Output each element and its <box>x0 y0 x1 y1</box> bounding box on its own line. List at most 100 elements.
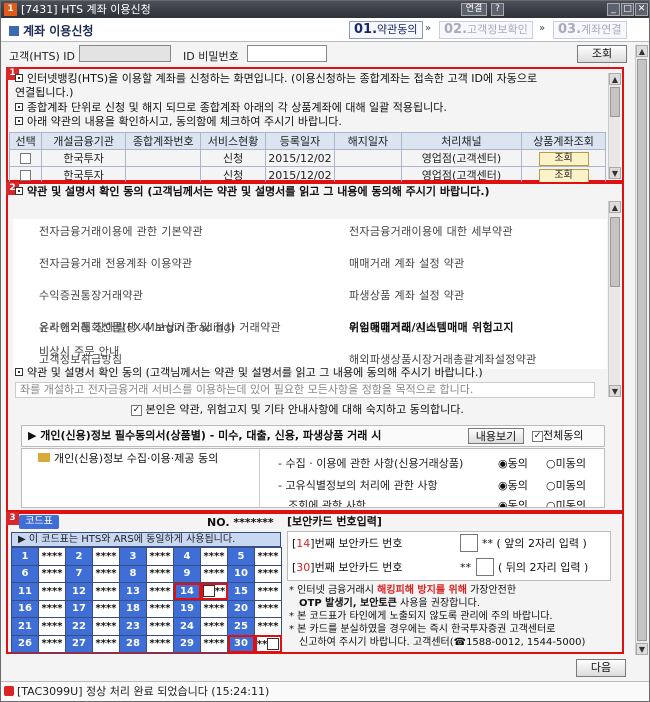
page-icon <box>9 26 19 36</box>
lookup-button[interactable]: 조회 <box>538 168 589 183</box>
step-2[interactable]: 02.고객정보확인 <box>439 21 533 39</box>
main-scrollbar[interactable]: ▲ ▼ <box>635 45 648 655</box>
section1-scrollbar[interactable]: ▲ ▼ <box>608 73 621 179</box>
id-field[interactable] <box>79 45 171 62</box>
code-value: **** <box>200 547 228 566</box>
maximize-icon[interactable]: □ <box>621 3 634 16</box>
term-link[interactable]: 파생상품 계좌 설정 약관 <box>349 287 465 303</box>
scroll-thumb[interactable] <box>637 59 647 641</box>
cell-reg-date: 2015/12/02 <box>264 149 336 167</box>
id-label: 고객(HTS) ID <box>9 50 76 63</box>
code-row: 21 **** 22 **** 23 **** 24 **** 25 **** <box>11 617 282 636</box>
code-value: **** <box>92 634 120 653</box>
disagree-radio[interactable]: ○미동의 <box>546 457 586 471</box>
code-index: 30 <box>227 634 255 653</box>
code-index: 4 <box>173 547 201 566</box>
code-value: **** <box>146 547 174 566</box>
disagree-radio[interactable]: ○미동의 <box>546 479 586 493</box>
cell-reg-date: 2015/12/02 <box>264 166 336 184</box>
scroll-down-icon[interactable]: ▼ <box>636 643 648 655</box>
first-code-input[interactable] <box>460 534 478 552</box>
close-icon[interactable]: ✕ <box>635 3 648 16</box>
code-value: **** <box>92 617 120 636</box>
lookup-button[interactable]: 조회 <box>538 151 589 166</box>
main-window: 1 [7431] HTS 계좌 이용신청 연결 ? _ □ ✕ 계좌 이용신청 … <box>0 0 650 702</box>
minimize-icon[interactable]: _ <box>607 3 620 16</box>
step-arrow-icon: » <box>539 23 546 34</box>
col-lookup: 상품계좌조회 <box>521 132 606 150</box>
notice-line-4: 아래 약관의 내용을 확인하시고, 동의함에 체크하여 주시기 바랍니다. <box>15 115 342 129</box>
code-index: 29 <box>173 634 201 653</box>
notice-line-1: 인터넷뱅킹(HTS)을 이용할 계좌를 신청하는 화면입니다. (이용신청하는 … <box>15 72 619 86</box>
scroll-thumb[interactable] <box>610 87 620 117</box>
code-value: **** <box>200 564 228 583</box>
help-icon[interactable]: ? <box>491 3 504 16</box>
scroll-down-icon[interactable]: ▼ <box>609 167 621 179</box>
term-link[interactable]: 전자금융거래이용에 관한 기본약관 <box>39 223 203 239</box>
code-index: 11 <box>11 582 39 601</box>
scroll-up-icon[interactable]: ▲ <box>609 73 621 85</box>
table-header-row: 선택 개설금융기관 종합계좌번호 서비스현황 등록일자 해지일자 처리채널 상품… <box>8 132 606 150</box>
scroll-up-icon[interactable]: ▲ <box>609 201 621 213</box>
account-table: 선택 개설금융기관 종합계좌번호 서비스현황 등록일자 해지일자 처리채널 상품… <box>8 132 606 184</box>
link-button[interactable]: 연결 <box>461 3 487 16</box>
privacy-row-label: 조회에 관한 사항 <box>288 499 366 507</box>
cell-channel: 영업점(고객센터) <box>400 166 523 184</box>
code-value: **** <box>92 599 120 618</box>
privacy-row-label: - 고유식별정보의 처리에 관한 사항 <box>278 479 438 492</box>
term-link[interactable]: 매매거래 계좌 설정 약관 <box>349 255 465 271</box>
second-code-input[interactable] <box>476 558 494 576</box>
cell-account <box>125 149 202 167</box>
section-badge: 3 <box>6 512 19 525</box>
agree-radio[interactable]: ◉동의 <box>498 479 528 493</box>
code-value: ** <box>200 582 228 601</box>
bullet-icon <box>15 103 23 111</box>
code-row: 6 **** 7 **** 8 **** 9 **** 10 **** <box>11 564 282 583</box>
bullet-icon <box>15 117 23 125</box>
term-link[interactable]: 수익증권통장거래약관 <box>39 287 143 303</box>
agree-radio[interactable]: ◉동의 <box>498 499 528 507</box>
term-link[interactable]: 온라인거래 장애발생 시 보상기준 및 절차 <box>39 319 235 335</box>
code-index: 7 <box>65 564 93 583</box>
view-content-button[interactable]: 내용보기 <box>468 428 524 444</box>
scroll-up-icon[interactable]: ▲ <box>636 45 648 57</box>
code-value: **** <box>200 617 228 636</box>
code-index: 21 <box>11 617 39 636</box>
password-field[interactable] <box>247 45 327 62</box>
step-1[interactable]: 01.약관동의 <box>349 21 423 39</box>
privacy-tree: 개인(신용)정보 수집·이용·제공 동의 <box>22 449 260 507</box>
term-link[interactable]: 비상시 주문 안내 <box>39 343 120 359</box>
terms-scrollbar[interactable]: ▲ ▼ <box>608 201 621 397</box>
agree-checkbox[interactable]: ✓ <box>131 404 142 416</box>
row-checkbox[interactable] <box>20 170 32 181</box>
term-link[interactable]: 전자금융거래 전용계좌 이용약관 <box>39 255 192 271</box>
term-link[interactable]: 위임매매거래/시스템매매 위험고지 <box>349 319 514 335</box>
next-button[interactable]: 다음 <box>576 659 626 677</box>
status-bar: [TAC3099U] 정상 처리 완료 되었습니다 (15:24:11) <box>1 681 649 701</box>
privacy-body: 개인(신용)정보 수집·이용·제공 동의 - 수집 · 이용에 관한 사항(신용… <box>21 448 605 508</box>
privacy-title: ▶ 개인(신용)정보 필수동의서(상품별) - 미수, 대출, 신용, 파생상품… <box>28 429 382 442</box>
disagree-radio[interactable]: ○미동의 <box>546 499 586 507</box>
step-3[interactable]: 03.계좌연결 <box>553 21 627 39</box>
scroll-thumb[interactable] <box>610 217 620 287</box>
table-row: 한국투자 신청 2015/12/02 영업점(고객센터) 조회 <box>8 166 606 184</box>
code-index: 1 <box>11 547 39 566</box>
security-code-table: 1 **** 2 **** 3 **** 4 **** 5 **** 6 **** 7 **** 8 ****… <box>11 547 282 653</box>
title-bar: 1 [7431] HTS 계좌 이용신청 연결 ? _ □ ✕ <box>1 1 649 18</box>
step-arrow-icon: » <box>425 23 432 34</box>
term-link[interactable]: 해외파생상품시장거래총괄계좌설정약관 <box>349 351 537 367</box>
cell-cancel-date <box>334 149 402 167</box>
all-agree-checkbox[interactable]: ✓ 전체동의 <box>532 429 583 443</box>
cell-channel: 영업점(고객센터) <box>400 149 523 167</box>
term-link[interactable]: 전자금융거래이용에 대한 세부약관 <box>349 223 513 239</box>
agree-radio[interactable]: ◉동의 <box>498 457 528 471</box>
scroll-down-icon[interactable]: ▼ <box>609 385 621 397</box>
privacy-item[interactable]: 개인(신용)정보 수집·이용·제공 동의 <box>38 452 218 466</box>
cell-status: 신청 <box>200 149 266 167</box>
agree-checkbox-row[interactable]: ✓ 본인은 약관, 위험고지 및 기타 안내사항에 대해 숙지하고 동의합니다. <box>131 403 464 417</box>
query-button[interactable]: 조회 <box>577 45 627 63</box>
code-value: **** <box>92 564 120 583</box>
cell-account <box>125 166 202 184</box>
row-checkbox[interactable] <box>20 153 32 164</box>
code-index: 18 <box>119 599 147 618</box>
